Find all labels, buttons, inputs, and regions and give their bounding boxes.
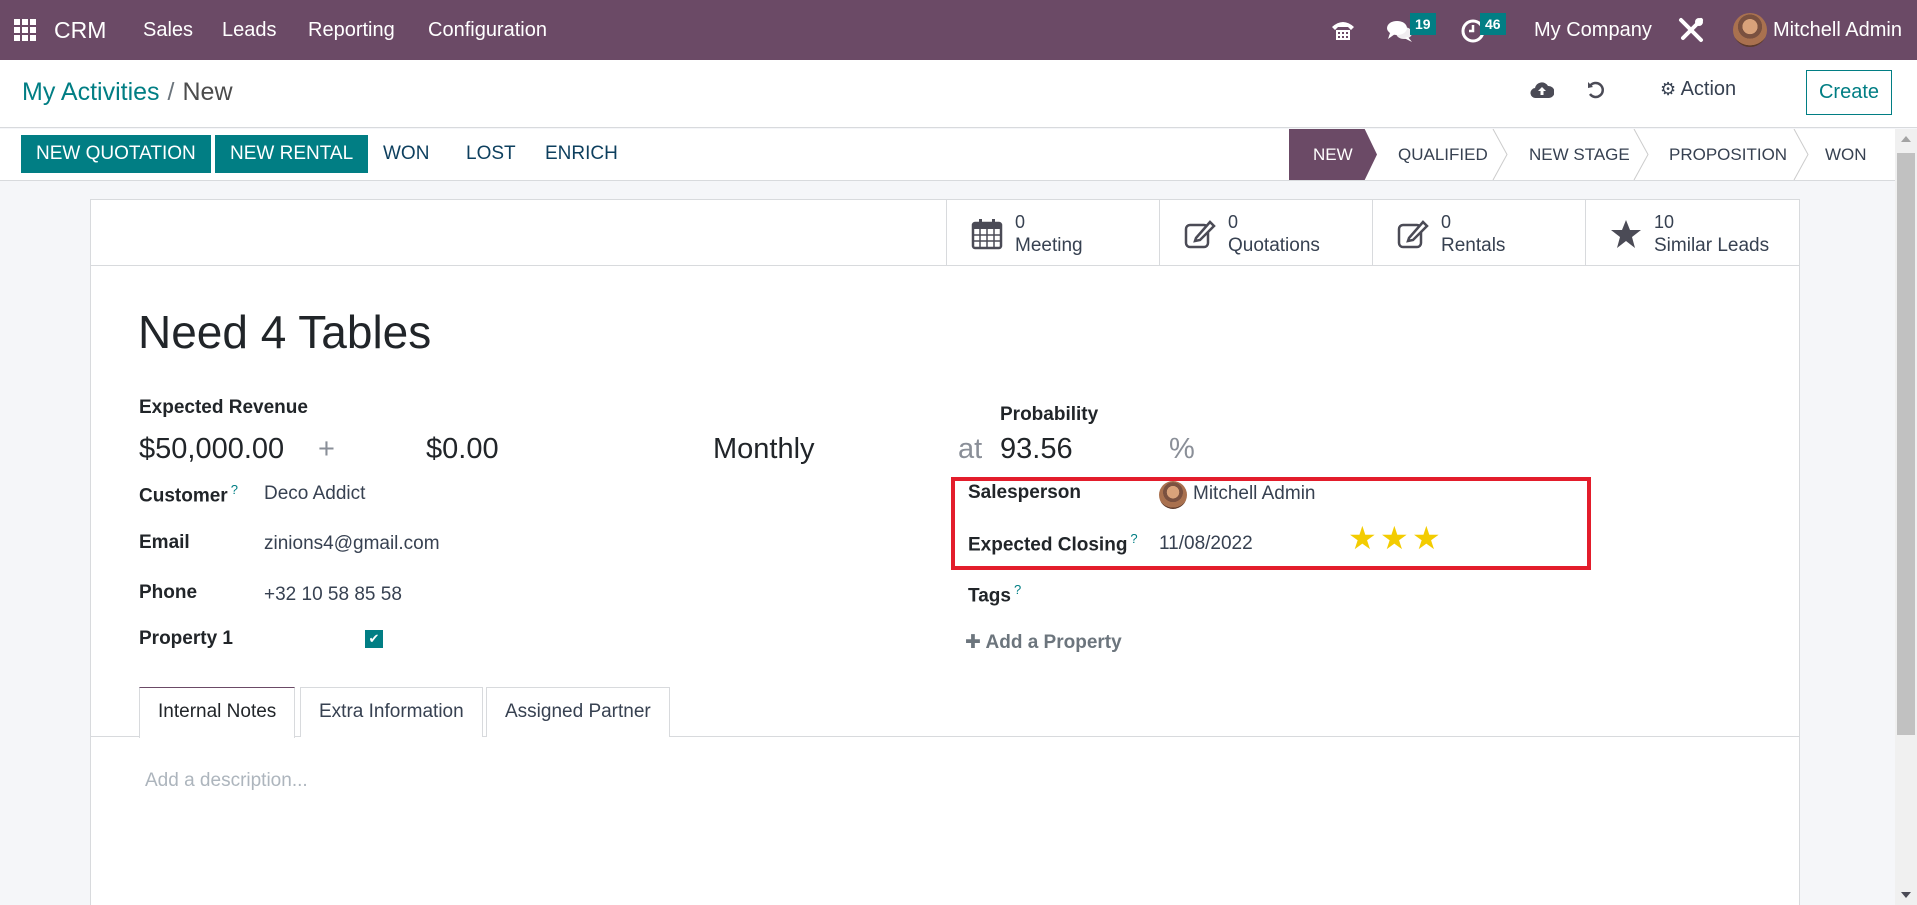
apps-grid-icon[interactable]: [14, 19, 36, 41]
create-button[interactable]: Create: [1806, 70, 1892, 115]
add-property-button[interactable]: ✚ Add a Property: [965, 631, 1122, 654]
email-label: Email: [139, 532, 190, 553]
lead-title[interactable]: Need 4 Tables: [138, 305, 431, 359]
stage-divider: [1633, 129, 1649, 180]
tools-icon[interactable]: [1677, 16, 1705, 44]
customer-field[interactable]: Deco Addict: [264, 483, 365, 505]
percent-sign: %: [1169, 433, 1195, 465]
email-field[interactable]: zinions4@gmail.com: [264, 533, 440, 555]
phone-icon[interactable]: [1330, 17, 1356, 43]
expected-revenue-label: Expected Revenue: [139, 397, 308, 418]
scroll-up-icon[interactable]: [1901, 136, 1911, 142]
rentals-count: 0: [1441, 212, 1452, 232]
at-label: at: [958, 433, 983, 465]
meeting-label: Meeting: [1015, 235, 1083, 256]
meeting-count: 0: [1015, 212, 1026, 232]
page-scrollbar[interactable]: [1895, 129, 1917, 905]
meeting-smart-button[interactable]: 0 Meeting: [946, 200, 1159, 265]
recurring-revenue-field[interactable]: $0.00: [426, 433, 499, 466]
quotations-label: Quotations: [1228, 235, 1320, 256]
top-navbar: CRM Sales Leads Reporting Configuration …: [0, 0, 1917, 60]
expected-revenue-field[interactable]: $50,000.00: [139, 433, 284, 466]
control-panel: My Activities / New: [0, 60, 1917, 128]
stage-new-stage[interactable]: NEW STAGE: [1529, 129, 1630, 180]
save-button[interactable]: [1530, 80, 1555, 106]
stage-divider: [1793, 129, 1809, 180]
probability-label: Probability: [1000, 404, 1099, 425]
breadcrumb-current: New: [182, 78, 233, 106]
new-quotation-button[interactable]: NEW QUOTATION: [21, 135, 211, 173]
menu-reporting[interactable]: Reporting: [308, 0, 395, 60]
quotations-smart-button[interactable]: 0 Quotations: [1159, 200, 1372, 265]
calendar-icon: [971, 218, 1003, 250]
gear-icon: ⚙: [1660, 79, 1677, 99]
new-rental-button[interactable]: NEW RENTAL: [215, 135, 369, 173]
help-icon[interactable]: ?: [231, 482, 238, 497]
probability-field[interactable]: 93.56: [1000, 433, 1073, 466]
company-switcher[interactable]: My Company: [1534, 0, 1652, 60]
customer-label: Customer?: [139, 482, 238, 507]
breadcrumb: My Activities / New: [22, 78, 233, 107]
quotations-count: 0: [1228, 212, 1239, 232]
stage-won[interactable]: WON: [1825, 129, 1867, 180]
tab-extra-information[interactable]: Extra Information: [300, 687, 483, 737]
rentals-label: Rentals: [1441, 235, 1506, 256]
breadcrumb-separator: /: [167, 78, 175, 106]
property1-label: Property 1: [139, 628, 233, 649]
similar-leads-label: Similar Leads: [1654, 235, 1770, 256]
menu-sales[interactable]: Sales: [143, 0, 193, 60]
smart-button-box: 0 Meeting 0 Quotations 0 Rentals 10 Simi…: [91, 200, 1799, 266]
tab-internal-notes[interactable]: Internal Notes: [139, 687, 296, 738]
edit-icon: [1397, 218, 1429, 250]
recurring-plan-field[interactable]: Monthly: [713, 433, 815, 466]
stage-qualified[interactable]: QUALIFIED: [1398, 129, 1488, 180]
tab-assigned-partner[interactable]: Assigned Partner: [486, 687, 670, 737]
stage-proposition[interactable]: PROPOSITION: [1669, 129, 1787, 180]
customer-label-text: Customer: [139, 485, 228, 507]
stage-divider: [1492, 129, 1508, 180]
discard-button[interactable]: [1586, 80, 1606, 106]
property1-checkbox[interactable]: ✔: [365, 630, 383, 648]
breadcrumb-my-activities[interactable]: My Activities: [22, 78, 160, 106]
scroll-down-icon[interactable]: [1901, 892, 1911, 898]
similar-leads-smart-button[interactable]: 10 Similar Leads: [1585, 200, 1798, 265]
user-menu[interactable]: Mitchell Admin: [1773, 0, 1902, 60]
help-icon[interactable]: ?: [1014, 582, 1021, 597]
stage-new[interactable]: NEW: [1289, 129, 1377, 180]
star-icon: [1610, 218, 1642, 250]
phone-label: Phone: [139, 582, 198, 603]
edit-icon: [1184, 218, 1216, 250]
menu-configuration[interactable]: Configuration: [428, 0, 547, 60]
add-property-label: Add a Property: [985, 632, 1122, 653]
similar-leads-count: 10: [1654, 212, 1675, 232]
undo-icon: [1588, 81, 1604, 99]
phone-field[interactable]: +32 10 58 85 58: [264, 584, 402, 606]
highlight-annotation: [951, 477, 1591, 570]
menu-leads[interactable]: Leads: [222, 0, 277, 60]
app-name[interactable]: CRM: [54, 0, 106, 60]
plus-icon: ✚: [965, 632, 981, 653]
cloud-upload-icon: [1530, 82, 1555, 99]
status-bar: NEW QUOTATION NEW RENTAL WON LOST ENRICH…: [0, 129, 1895, 181]
messages-badge: 19: [1410, 13, 1436, 35]
enrich-button[interactable]: ENRICH: [545, 135, 618, 173]
user-avatar[interactable]: [1733, 13, 1767, 47]
activities-badge: 46: [1480, 13, 1506, 35]
checkmark-icon: ✔: [368, 631, 380, 646]
lost-button[interactable]: LOST: [466, 135, 516, 173]
scroll-thumb[interactable]: [1897, 153, 1915, 735]
plus-sign: +: [318, 433, 335, 465]
action-menu-button[interactable]: ⚙ Action: [1660, 78, 1736, 101]
won-button[interactable]: WON: [383, 135, 429, 173]
tags-label: Tags?: [968, 582, 1021, 607]
rentals-smart-button[interactable]: 0 Rentals: [1372, 200, 1585, 265]
tags-label-text: Tags: [968, 585, 1011, 607]
action-label: Action: [1680, 78, 1737, 100]
description-field[interactable]: Add a description...: [145, 770, 308, 792]
